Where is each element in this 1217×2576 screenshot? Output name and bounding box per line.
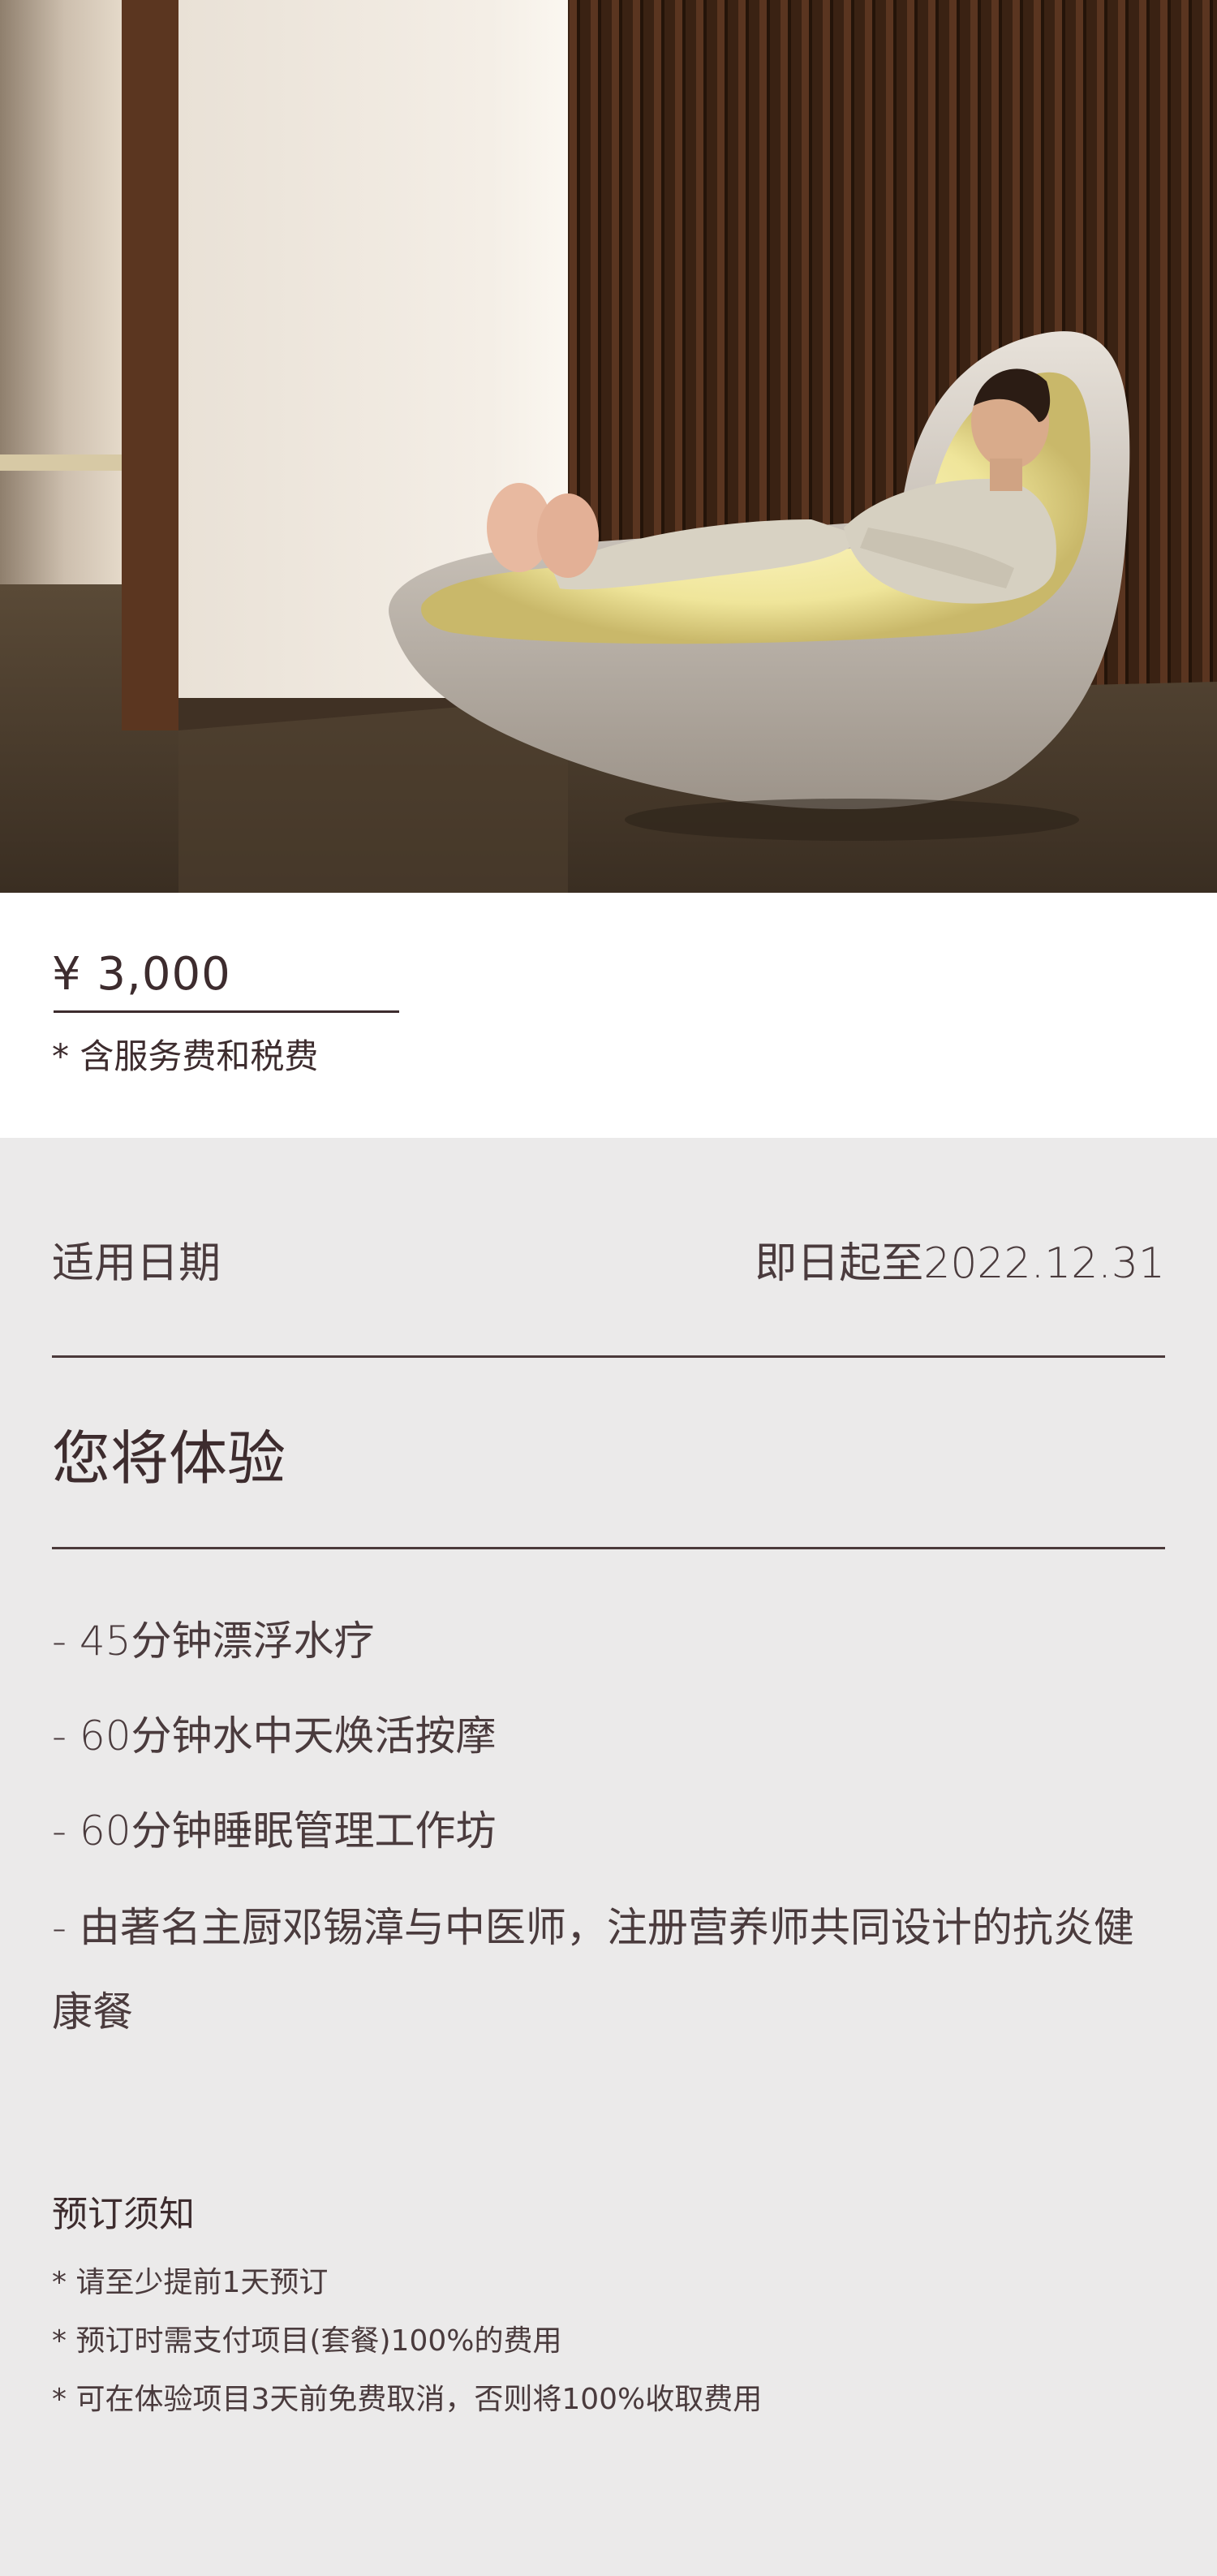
hero-photo xyxy=(0,0,1217,893)
list-item: - 由著名主厨邓锡漳与中医师，注册营养师共同设计的抗炎健康餐 xyxy=(52,1904,1134,2035)
price-note: * 含服务费和税费 xyxy=(52,1036,319,1076)
experience-title: 您将体验 xyxy=(52,1424,286,1493)
divider xyxy=(52,1547,1165,1549)
price-amount: ¥ 3,000 xyxy=(52,948,231,1001)
divider xyxy=(52,1355,1165,1358)
experience-list: - 45分钟漂浮水疗 - 60分钟水中天焕活按摩 - 60分钟睡眠管理工作坊 -… xyxy=(52,1600,1139,2068)
booking-notice-list: * 请至少提前1天预订 * 预订时需支付项目(套餐)100%的费用 * 可在体验… xyxy=(52,2254,762,2429)
list-item: * 请至少提前1天预订 xyxy=(52,2266,329,2299)
validity-label: 适用日期 xyxy=(52,1239,221,1288)
list-item: - 60分钟水中天焕活按摩 xyxy=(52,1712,497,1760)
list-item: - 60分钟睡眠管理工作坊 xyxy=(52,1807,497,1854)
float-pod-photo-icon xyxy=(0,0,1217,893)
validity-value: 即日起至2022.12.31 xyxy=(755,1239,1165,1288)
booking-notice-title: 预订须知 xyxy=(52,2194,195,2235)
price-underline xyxy=(54,1010,399,1013)
price-section: ¥ 3,000 * 含服务费和税费 xyxy=(0,893,1217,1138)
list-item: * 可在体验项目3天前免费取消，否则将100%收取费用 xyxy=(52,2383,763,2416)
list-item: * 预订时需支付项目(套餐)100%的费用 xyxy=(52,2324,562,2358)
list-item: - 45分钟漂浮水疗 xyxy=(52,1618,375,1665)
details-section: 适用日期 即日起至2022.12.31 您将体验 - 45分钟漂浮水疗 - 60… xyxy=(0,1138,1217,2576)
